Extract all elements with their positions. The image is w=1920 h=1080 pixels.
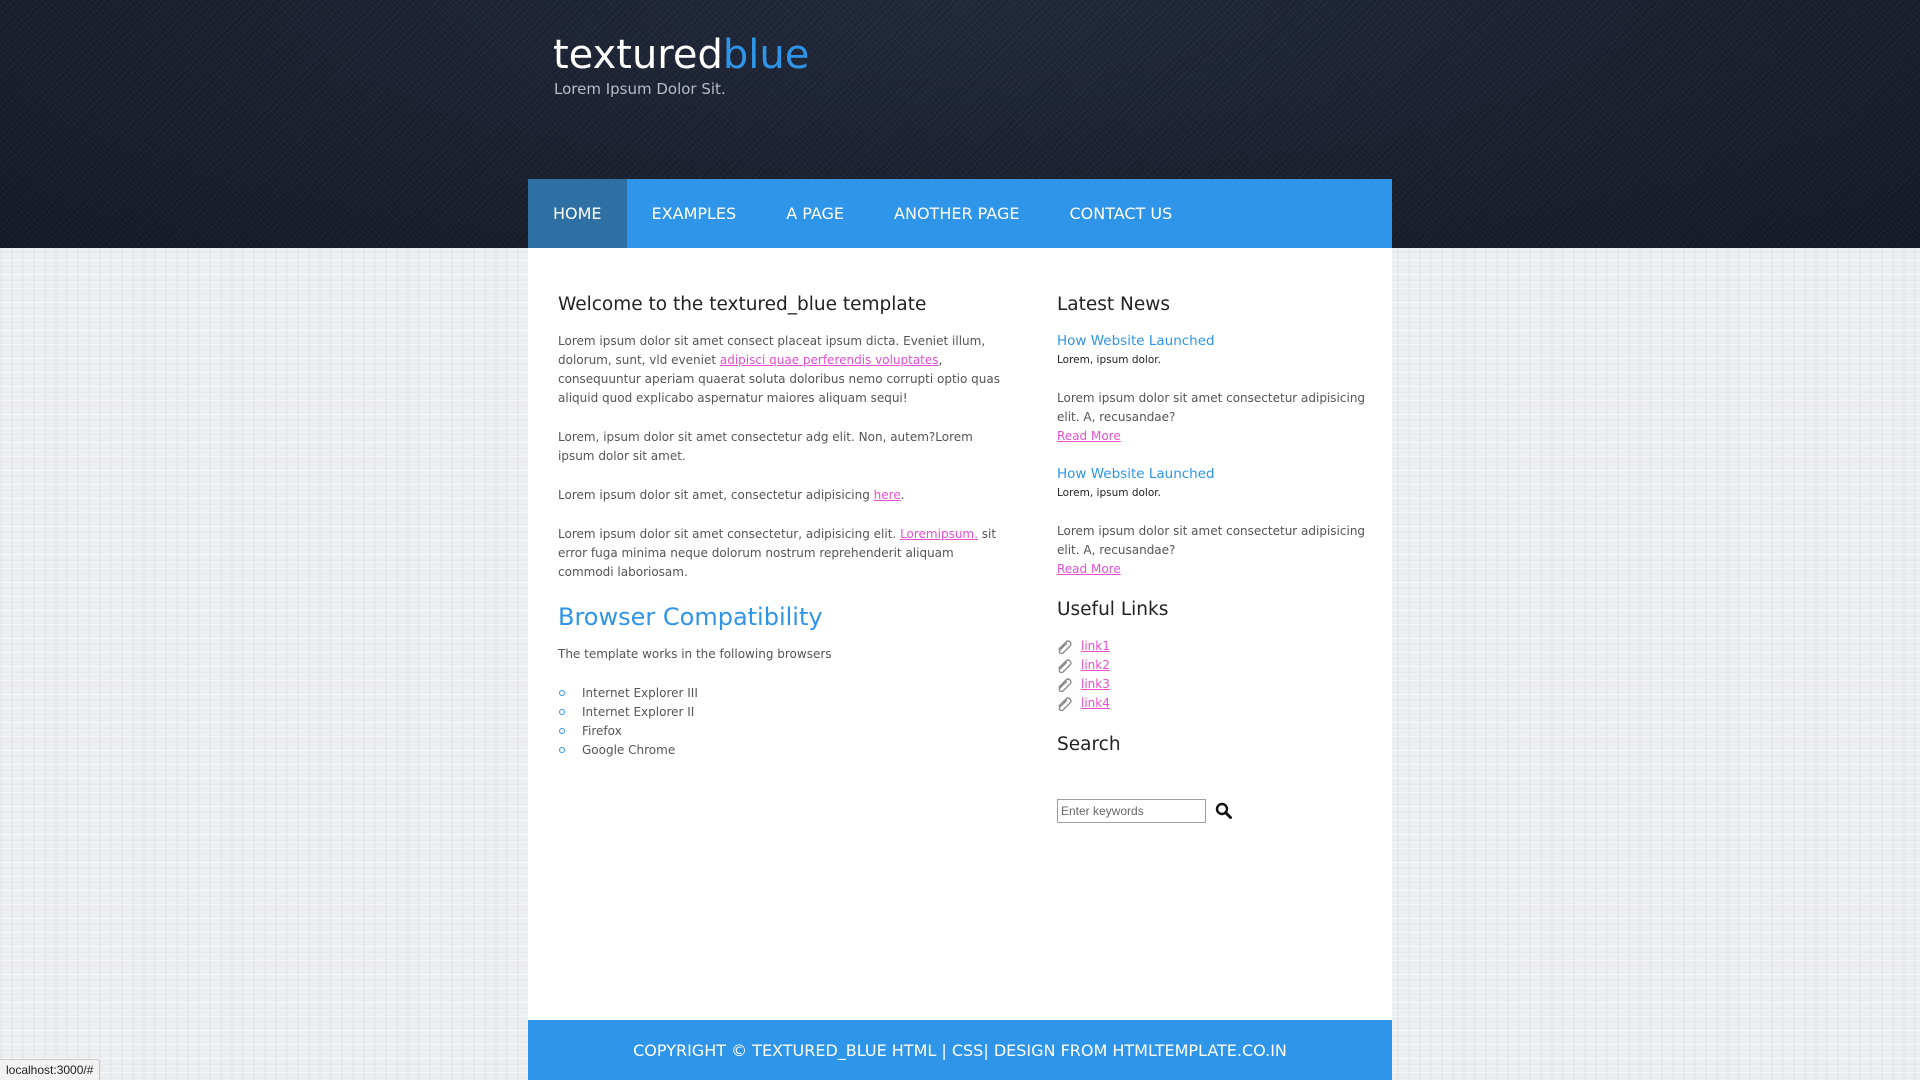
- news-item: How Website Launched Lorem, ipsum dolor.…: [1057, 465, 1367, 579]
- sidebar: Latest News How Website Launched Lorem, …: [1057, 293, 1367, 823]
- useful-links-list: link1 link2 link3 link4: [1057, 637, 1367, 713]
- nav-item-another-page[interactable]: ANOTHER PAGE: [869, 179, 1044, 248]
- compat-intro: The template works in the following brow…: [558, 647, 832, 661]
- nav-item-contact-us[interactable]: CONTACT US: [1044, 179, 1197, 248]
- paragraph-4-text: Lorem ipsum dolor sit amet consectetur, …: [558, 527, 901, 541]
- search-heading: Search: [1057, 734, 1121, 755]
- paragraph-3-end: .: [900, 488, 905, 502]
- useful-link-2[interactable]: link2: [1081, 656, 1110, 675]
- news-body: Lorem ipsum dolor sit amet consectetur a…: [1057, 524, 1366, 557]
- list-item: link4: [1057, 694, 1367, 713]
- list-item: Internet Explorer III: [558, 684, 1003, 703]
- read-more-link[interactable]: Read More: [1057, 427, 1367, 446]
- browser-name: Internet Explorer III: [582, 686, 698, 700]
- compat-heading: Browser Compatibility: [558, 603, 823, 631]
- footer-copyright: COPYRIGHT © TEXTURED_BLUE HTML | CSS| DE…: [633, 1040, 1287, 1060]
- search-form: [1057, 799, 1367, 823]
- logo-tagline: Lorem Ipsum Dolor Sit.: [554, 80, 726, 98]
- list-item: Internet Explorer II: [558, 703, 1003, 722]
- browser-list: Internet Explorer III Internet Explorer …: [558, 684, 1003, 760]
- circle-bullet-icon: [559, 709, 565, 715]
- logo-title: texturedblue: [553, 30, 809, 80]
- list-item: link1: [1057, 637, 1367, 656]
- main-column: Welcome to the textured_blue template Lo…: [558, 293, 1003, 760]
- main-nav: HOME EXAMPLES A PAGE ANOTHER PAGE CONTAC…: [528, 179, 1392, 248]
- circle-bullet-icon: [559, 747, 565, 753]
- news-subtitle: Lorem, ipsum dolor.: [1057, 487, 1161, 499]
- intro-link[interactable]: adipisci quae perferendis voluptates: [720, 353, 939, 367]
- news-item: How Website Launched Lorem, ipsum dolor.…: [1057, 332, 1367, 446]
- browser-status-url: localhost:3000/#: [0, 1059, 101, 1080]
- list-item: link2: [1057, 656, 1367, 675]
- paragraph-2: Lorem, ipsum dolor sit amet consectetur …: [558, 430, 973, 463]
- welcome-heading: Welcome to the textured_blue template: [558, 294, 927, 315]
- search-icon[interactable]: [1215, 802, 1233, 820]
- useful-link-4[interactable]: link4: [1081, 694, 1110, 713]
- circle-bullet-icon: [559, 728, 565, 734]
- logo-title-accent: blue: [722, 32, 810, 78]
- read-more-link[interactable]: Read More: [1057, 560, 1367, 579]
- news-heading: Latest News: [1057, 294, 1171, 315]
- news-title[interactable]: How Website Launched: [1057, 332, 1367, 351]
- site-footer: COPYRIGHT © TEXTURED_BLUE HTML | CSS| DE…: [528, 1020, 1392, 1080]
- paragraph-4: Lorem ipsum dolor sit amet consectetur, …: [558, 525, 1003, 582]
- site-logo[interactable]: texturedblue Lorem Ipsum Dolor Sit.: [553, 30, 809, 98]
- news-subtitle: Lorem, ipsum dolor.: [1057, 354, 1161, 366]
- paperclip-icon: [1058, 696, 1072, 711]
- list-item: link3: [1057, 675, 1367, 694]
- useful-link-3[interactable]: link3: [1081, 675, 1110, 694]
- browser-name: Internet Explorer II: [582, 705, 695, 719]
- paperclip-icon: [1058, 677, 1072, 692]
- nav-item-a-page[interactable]: A PAGE: [761, 179, 869, 248]
- useful-link-1[interactable]: link1: [1081, 637, 1110, 656]
- list-item: Firefox: [558, 722, 1003, 741]
- nav-item-examples[interactable]: EXAMPLES: [627, 179, 762, 248]
- paragraph-3: Lorem ipsum dolor sit amet, consectetur …: [558, 486, 1003, 505]
- search-input[interactable]: [1057, 799, 1206, 823]
- browser-name: Firefox: [582, 724, 622, 738]
- browser-name: Google Chrome: [582, 743, 676, 757]
- paperclip-icon: [1058, 639, 1072, 654]
- intro-paragraph: Lorem ipsum dolor sit amet consect place…: [558, 332, 1003, 408]
- nav-item-home[interactable]: HOME: [528, 179, 627, 248]
- paragraph-3-text: Lorem ipsum dolor sit amet, consectetur …: [558, 488, 874, 502]
- here-link[interactable]: here: [874, 488, 901, 502]
- loremipsum-link[interactable]: Loremipsum.: [900, 527, 978, 541]
- news-title[interactable]: How Website Launched: [1057, 465, 1367, 484]
- list-item: Google Chrome: [558, 741, 1003, 760]
- circle-bullet-icon: [559, 690, 565, 696]
- news-body: Lorem ipsum dolor sit amet consectetur a…: [1057, 391, 1366, 424]
- paperclip-icon: [1058, 658, 1072, 673]
- content-panel: Welcome to the textured_blue template Lo…: [528, 248, 1392, 1020]
- logo-title-main: textured: [553, 32, 723, 78]
- useful-links-heading: Useful Links: [1057, 599, 1169, 620]
